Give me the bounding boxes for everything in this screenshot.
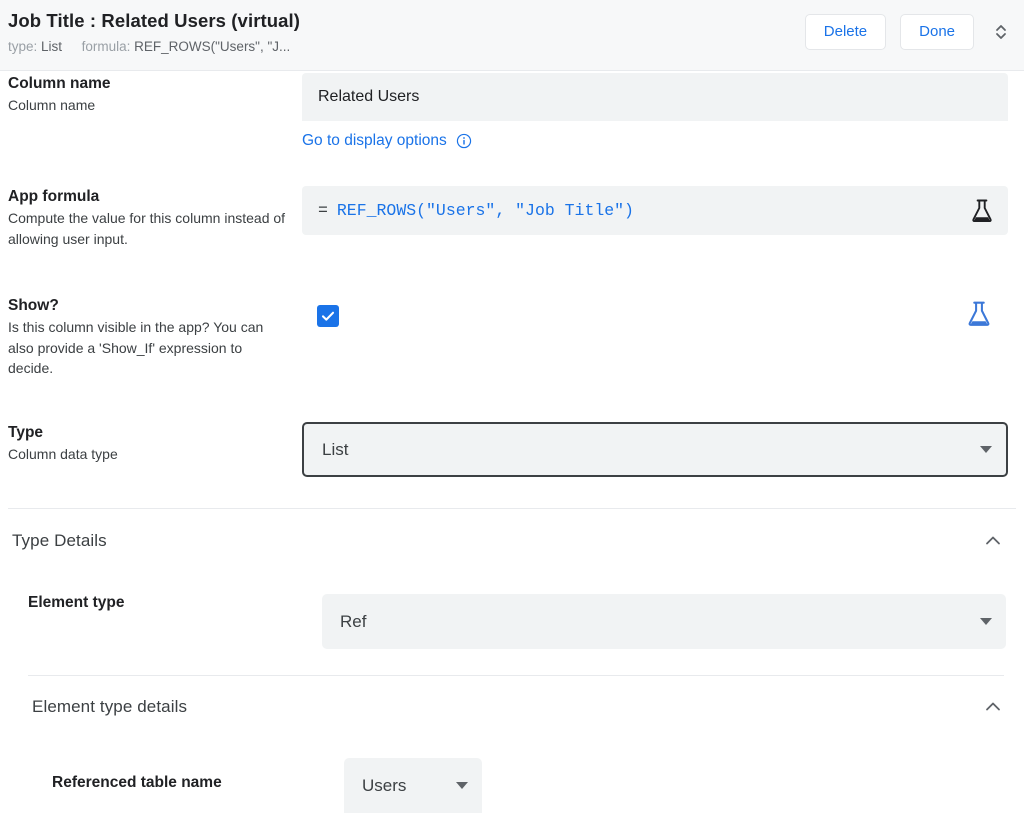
done-button[interactable]: Done	[900, 14, 974, 50]
column-name-labels: Column name Column name	[0, 73, 302, 151]
caret-down-icon	[980, 446, 992, 453]
show-checkbox[interactable]	[317, 305, 339, 327]
header-type-value: List	[41, 39, 63, 54]
type-labels: Type Column data type	[0, 422, 302, 477]
go-to-display-options-link[interactable]: Go to display options	[302, 131, 447, 151]
formula-equals-sign: =	[318, 201, 328, 220]
show-field-col	[302, 295, 1024, 379]
caret-down-icon	[980, 618, 992, 625]
app-formula-description: Compute the value for this column instea…	[8, 210, 286, 247]
element-type-select[interactable]: Ref	[322, 594, 1006, 649]
column-name-row: Column name Column name Related Users Go…	[0, 73, 1024, 151]
section-divider-2	[28, 675, 1004, 676]
formula-expression: REF_ROWS("Users", "Job Title")	[336, 201, 634, 220]
app-formula-field-col: = REF_ROWS("Users", "Job Title")	[302, 186, 1024, 249]
type-label: Type	[8, 424, 44, 441]
type-row: Type Column data type List	[0, 422, 1024, 477]
header-formula-label: formula:	[81, 39, 131, 54]
column-name-input[interactable]: Related Users	[302, 73, 1008, 121]
app-formula-row: App formula Compute the value for this c…	[0, 186, 1024, 249]
show-description: Is this column visible in the app? You c…	[8, 319, 264, 376]
app-formula-label: App formula	[8, 188, 100, 205]
element-type-label: Element type	[28, 594, 125, 611]
referenced-table-label: Referenced table name	[52, 774, 222, 791]
referenced-table-row: Referenced table name Users	[0, 758, 1024, 813]
column-name-label: Column name	[8, 75, 111, 92]
display-options-row: Go to display options	[302, 131, 1024, 151]
show-label: Show?	[8, 297, 59, 314]
app-formula-labels: App formula Compute the value for this c…	[0, 186, 302, 249]
caret-down-icon	[456, 782, 468, 789]
type-details-header[interactable]: Type Details	[12, 530, 1004, 552]
expand-collapse-icon[interactable]	[988, 17, 1014, 47]
element-type-details-header[interactable]: Element type details	[32, 696, 1004, 718]
app-formula-input[interactable]: = REF_ROWS("Users", "Job Title")	[302, 186, 1008, 235]
element-type-details-title: Element type details	[32, 697, 188, 716]
chevron-up-icon[interactable]	[982, 696, 1004, 718]
referenced-table-field-col: Users	[344, 758, 1024, 813]
referenced-table-select-value: Users	[362, 775, 407, 795]
type-field-col: List	[302, 422, 1024, 477]
type-description: Column data type	[8, 446, 118, 462]
element-type-labels: Element type	[0, 594, 322, 649]
panel-header: Job Title : Related Users (virtual) type…	[0, 0, 1024, 71]
column-name-description: Column name	[8, 97, 96, 113]
flask-icon[interactable]	[970, 198, 994, 224]
element-type-row: Element type Ref	[0, 594, 1024, 649]
show-row: Show? Is this column visible in the app?…	[0, 295, 1024, 379]
element-type-select-value: Ref	[340, 611, 367, 631]
type-details-title: Type Details	[12, 531, 107, 550]
section-divider	[8, 508, 1016, 509]
header-actions: Delete Done	[804, 14, 1014, 50]
referenced-table-labels: Referenced table name	[0, 758, 344, 813]
show-labels: Show? Is this column visible in the app?…	[0, 295, 302, 379]
element-type-field-col: Ref	[322, 594, 1024, 649]
header-type-label: type:	[8, 39, 38, 54]
flask-icon[interactable]	[966, 300, 992, 328]
chevron-up-icon[interactable]	[982, 530, 1004, 552]
type-select[interactable]: List	[302, 422, 1008, 477]
header-formula-value: REF_ROWS("Users", "J...	[134, 39, 291, 54]
info-circle-icon[interactable]	[456, 133, 472, 149]
column-name-field-col: Related Users Go to display options	[302, 73, 1024, 151]
referenced-table-select[interactable]: Users	[344, 758, 482, 813]
delete-button[interactable]: Delete	[804, 14, 887, 50]
type-select-value: List	[322, 439, 349, 459]
